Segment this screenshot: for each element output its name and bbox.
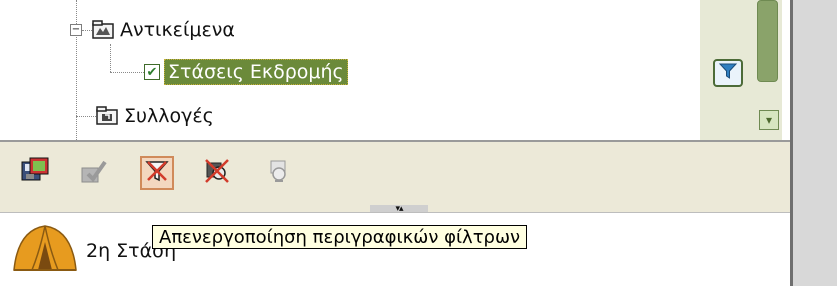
save-map-icon bbox=[20, 156, 50, 190]
edit-check-button[interactable] bbox=[76, 156, 110, 190]
remove-filter-icon bbox=[203, 157, 231, 189]
tree-item-objects[interactable]: − Αντικείμενα bbox=[70, 16, 235, 44]
tree-connector-line bbox=[82, 29, 92, 31]
filter-button[interactable] bbox=[713, 59, 743, 87]
layer-panel: − Αντικείμενα ✔ Στάσεις Εκδρομής Συλλογέ… bbox=[0, 0, 790, 286]
layer-visibility-checkbox[interactable]: ✔ bbox=[144, 64, 160, 80]
disable-filters-button[interactable] bbox=[140, 156, 174, 190]
layer-tree: − Αντικείμενα ✔ Στάσεις Εκδρομής Συλλογέ… bbox=[0, 0, 700, 140]
disable-filters-icon bbox=[144, 158, 170, 188]
filter-options-icon bbox=[265, 157, 293, 189]
tent-icon[interactable] bbox=[10, 220, 80, 275]
scroll-down-button[interactable]: ▾ bbox=[759, 110, 779, 130]
tree-item-trip-stops[interactable]: ✔ Στάσεις Εκδρομής bbox=[110, 58, 348, 86]
tree-connector-line bbox=[110, 71, 144, 73]
adjacent-pane bbox=[793, 0, 837, 286]
layer-toolbar bbox=[0, 142, 790, 212]
tooltip: Απενεργοποίηση περιγραφικών φίλτρων bbox=[152, 225, 528, 249]
tree-item-label: Στάσεις Εκδρομής bbox=[164, 59, 348, 85]
chevron-down-icon: ▾ bbox=[765, 113, 773, 127]
edit-check-icon bbox=[78, 156, 108, 190]
folder-collection-icon bbox=[96, 106, 118, 126]
collapse-icon[interactable]: − bbox=[70, 24, 82, 36]
tree-item-collections[interactable]: Συλλογές bbox=[76, 102, 214, 130]
tree-item-label: Αντικείμενα bbox=[120, 19, 235, 41]
tree-item-label: Συλλογές bbox=[124, 105, 214, 127]
tree-connector-line bbox=[76, 115, 96, 117]
folder-map-icon bbox=[92, 20, 114, 40]
filter-funnel-icon bbox=[718, 62, 738, 84]
remove-filter-button[interactable] bbox=[200, 156, 234, 190]
filter-options-button[interactable] bbox=[262, 156, 296, 190]
scrollbar-thumb[interactable] bbox=[757, 0, 778, 82]
tooltip-text: Απενεργοποίηση περιγραφικών φίλτρων bbox=[159, 226, 521, 248]
save-map-button[interactable] bbox=[18, 156, 52, 190]
